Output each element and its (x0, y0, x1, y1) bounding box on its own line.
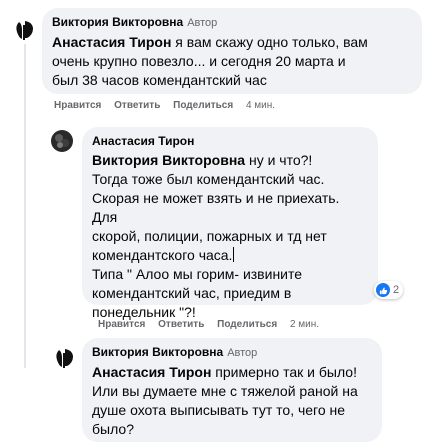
comment-text: Виктория Викторовна ну и что?! Тогда тож… (92, 151, 368, 322)
comment-bubble: Виктория Викторовна Автор Анастасия Тирон… (42, 8, 422, 94)
author-badge: Автор (187, 17, 218, 29)
comment-text-line: было? (92, 421, 134, 437)
author-badge: Автор (227, 347, 258, 359)
avatar-image (48, 127, 76, 155)
comment-author[interactable]: Виктория Викторовна (52, 15, 183, 29)
like-button[interactable]: Нравится (54, 100, 101, 111)
comment-text-line: был 38 часов комендантский час (52, 72, 267, 88)
like-button[interactable]: Нравится (98, 319, 145, 330)
avatar-image (50, 344, 78, 372)
comment-author[interactable]: Виктория Викторовна (92, 345, 223, 359)
comment-bubble: Анастасия Тирон Виктория Викторовна ну и… (82, 127, 378, 320)
comment-text-line: очень крупно повезло... и сегодня 20 мар… (52, 53, 346, 69)
comment-text-line: Или вы думаете мне с тяжелой раной на (92, 383, 358, 399)
comment-text-line: скорой, полиции, пожарных и тд нет (92, 228, 327, 244)
share-button[interactable]: Поделиться (217, 319, 277, 330)
text-caret (233, 247, 235, 262)
reply-button[interactable]: Ответить (114, 100, 160, 111)
reaction-count: 2 (393, 284, 400, 296)
mention-link[interactable]: Анастасия Тирон (92, 364, 211, 380)
comment-text: Анастасия Тирон я вам скажу одно только,… (52, 33, 412, 90)
comment-text-line: Типа " Алоо мы горим- извините (92, 266, 303, 282)
share-button[interactable]: Поделиться (173, 100, 233, 111)
comment-timestamp[interactable]: 2 мин. (290, 319, 319, 330)
avatar[interactable] (50, 344, 78, 372)
reaction-summary[interactable]: 2 (374, 281, 404, 299)
like-icon (376, 283, 390, 297)
avatar[interactable] (48, 127, 76, 155)
comment-text-line: душе охота выписывать тут то, чего не (92, 402, 346, 418)
comment-author-row: Виктория Викторовна Автор (52, 14, 412, 31)
reply-button[interactable]: Ответить (158, 319, 204, 330)
avatar[interactable] (10, 16, 38, 44)
comment-text-line: комендантского часа. (92, 247, 233, 263)
comment-author-row: Анастасия Тирон (92, 133, 368, 149)
comment-text: Анастасия Тирон примерно так и было! Или… (92, 363, 372, 439)
mention-link[interactable]: Анастасия Тирон (52, 34, 171, 50)
thread-line (24, 38, 26, 368)
comment-author-row: Виктория Викторовна Автор (92, 344, 372, 361)
comment-bubble: Виктория Викторовна Автор Анастасия Тирон… (82, 338, 382, 442)
comment-author[interactable]: Анастасия Тирон (92, 134, 194, 148)
comment-text-line: ну и что?! (245, 152, 313, 168)
comment-text-line: я вам скажу одно только, вам (171, 34, 368, 50)
comment-text-line: Скорая не может взять и не приехать. Для (92, 190, 340, 225)
mention-link[interactable]: Виктория Викторовна (92, 152, 245, 168)
comment-actions: Нравится Ответить Поделиться 4 мин. (54, 99, 285, 113)
comment-text-line: комендантский час, приедим в (92, 285, 292, 301)
comment-timestamp[interactable]: 4 мин. (246, 100, 275, 111)
comment-actions: Нравится Ответить Поделиться 2 мин. (98, 318, 329, 332)
comment-text-line: примерно так и было! (211, 364, 357, 380)
comment-text-line: Тогда тоже был комендантский час. (92, 171, 325, 187)
avatar-image (10, 16, 38, 44)
